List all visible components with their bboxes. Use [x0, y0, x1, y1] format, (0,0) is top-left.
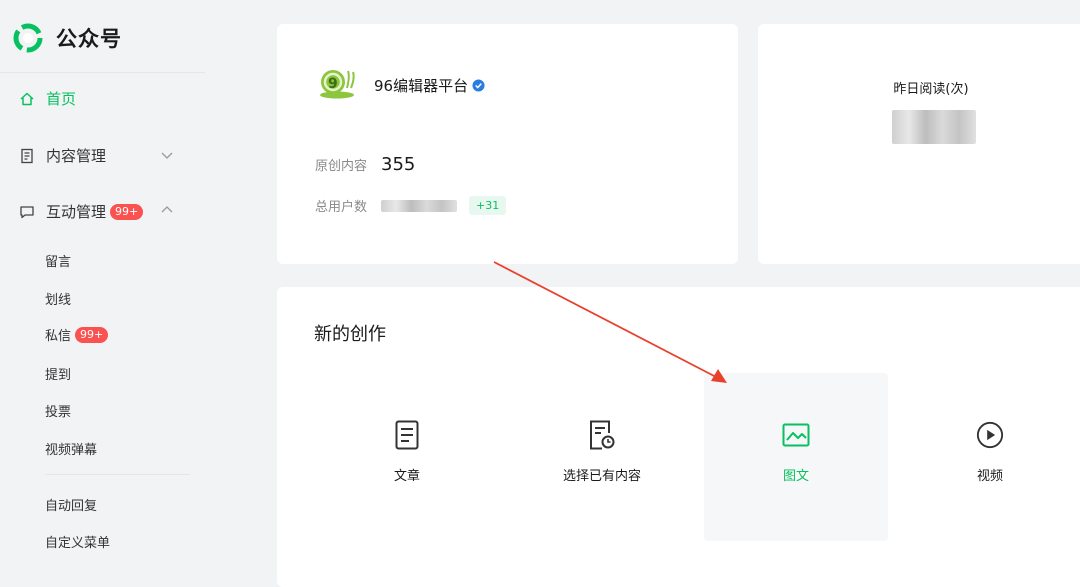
sub-item-label: 私信 — [45, 329, 72, 344]
total-users-value-blurred — [381, 199, 458, 212]
sub-item-label: 提到 — [45, 368, 72, 383]
messages-badge: 99+ — [75, 326, 109, 343]
select-existing-content-button[interactable]: 选择已有内容 — [517, 373, 687, 541]
sidebar: 公众号 首页 内容管理 互动管理 99+ 留言 划线 私信 99+ 提到 投票 … — [0, 0, 276, 570]
sub-item-label: 自动回复 — [45, 499, 98, 514]
total-users-stat: 总用户数 +31 — [315, 196, 507, 215]
nav-interaction-management[interactable]: 互动管理 99+ — [18, 201, 144, 222]
home-icon — [18, 90, 36, 108]
verified-badge-icon — [472, 79, 485, 92]
sidebar-item-messages[interactable]: 私信 99+ — [45, 325, 109, 344]
new-creation-card: 新的创作 文章 选择已有内容 图文 视频 — [277, 287, 1080, 587]
yesterday-reads-label: 昨日阅读(次) — [893, 82, 969, 97]
yesterday-reads-value-blurred — [892, 110, 976, 144]
nav-content-management[interactable]: 内容管理 — [18, 145, 106, 166]
sub-item-label: 投票 — [45, 405, 72, 420]
sidebar-item-auto-reply[interactable]: 自动回复 — [45, 495, 97, 514]
image-text-icon — [782, 419, 810, 451]
chevron-down-icon[interactable] — [160, 148, 174, 162]
sidebar-item-video-danmaku[interactable]: 视频弹幕 — [45, 439, 97, 458]
account-name-label: 96编辑器平台 — [374, 77, 469, 95]
nav-interaction-management-label: 互动管理 — [46, 203, 107, 221]
nav-home[interactable]: 首页 — [18, 88, 76, 109]
sub-item-label: 划线 — [45, 293, 72, 308]
comment-icon — [18, 203, 36, 221]
divider — [45, 474, 190, 475]
sidebar-item-custom-menu[interactable]: 自定义菜单 — [45, 532, 110, 551]
snail-avatar-icon[interactable]: 9 — [317, 66, 357, 100]
original-content-value: 355 — [381, 154, 416, 175]
create-video-button[interactable]: 视频 — [905, 373, 1075, 541]
video-play-icon — [976, 419, 1004, 451]
document-icon — [18, 147, 36, 165]
create-option-label: 选择已有内容 — [562, 469, 641, 484]
create-article-button[interactable]: 文章 — [322, 373, 492, 541]
existing-content-icon — [588, 419, 616, 451]
original-content-label: 原创内容 — [315, 159, 368, 174]
users-growth-badge: +31 — [469, 196, 507, 215]
nav-content-management-label: 内容管理 — [46, 147, 107, 165]
chevron-up-icon[interactable] — [160, 203, 174, 217]
nav-home-label: 首页 — [46, 90, 77, 108]
sidebar-item-comments[interactable]: 留言 — [45, 251, 71, 270]
sub-item-label: 视频弹幕 — [45, 443, 98, 458]
stats-card: 昨日阅读(次) — [758, 24, 1080, 264]
sub-item-label: 留言 — [45, 255, 72, 270]
divider — [0, 72, 205, 73]
wechat-mp-logo-icon — [13, 23, 43, 53]
interaction-badge: 99+ — [110, 203, 144, 220]
article-icon — [393, 419, 421, 451]
account-name[interactable]: 96编辑器平台 — [374, 75, 485, 96]
create-option-label: 文章 — [393, 469, 420, 484]
svg-text:9: 9 — [328, 76, 338, 92]
original-content-stat: 原创内容 355 — [315, 154, 415, 175]
sub-item-label: 自定义菜单 — [45, 536, 111, 551]
new-creation-title: 新的创作 — [314, 324, 386, 345]
create-option-label: 视频 — [976, 469, 1003, 484]
account-card: 9 96编辑器平台 原创内容 355 总用户数 +31 — [277, 24, 738, 264]
sidebar-item-highlights[interactable]: 划线 — [45, 289, 71, 308]
app-title: 公众号 — [56, 27, 122, 51]
create-image-text-button[interactable]: 图文 — [704, 373, 888, 541]
create-option-label: 图文 — [782, 469, 809, 484]
sidebar-item-polls[interactable]: 投票 — [45, 401, 71, 420]
total-users-label: 总用户数 — [315, 200, 368, 215]
sidebar-item-mentions[interactable]: 提到 — [45, 364, 71, 383]
app-logo[interactable]: 公众号 — [12, 22, 122, 54]
